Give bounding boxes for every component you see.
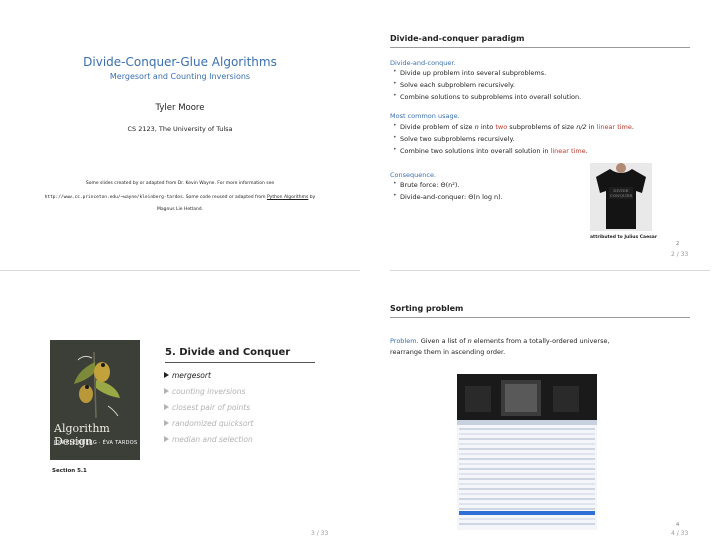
toc-item: median and selection [164,435,253,444]
tshirt-photo: DIVIDE CONQUER [590,163,652,231]
song-rows [457,420,597,525]
block-title-divide-conquer: Divide-and-conquer. [390,59,456,67]
list-item: Divide up problem into several subproble… [393,68,546,77]
title-slide: Divide-Conquer-Glue Algorithms Mergesort… [0,30,360,262]
inner-page-number: 2 [676,241,680,247]
frame-title: Sorting problem [390,304,464,313]
list-item: Solve each subproblem recursively. [393,80,515,89]
album-art [457,374,597,420]
sorting-slide: Sorting problem Problem. Given a list of… [390,300,700,543]
frame-title-rule [390,47,690,48]
bird-illustration [74,351,120,419]
paradigm-slide: Divide-and-conquer paradigm Divide-and-c… [390,30,700,262]
book-cover: Algorithm Design JON KLEINBERG · ÉVA TAR… [50,340,140,460]
list-item: Divide-and-conquer: Θ(n log n). [393,192,503,201]
author-name: Tyler Moore [155,103,205,113]
triangle-bullet-icon [164,436,169,442]
frame-title: Divide-and-conquer paradigm [390,34,525,43]
list-item: Solve two subproblems recursively. [393,134,514,143]
list-item: Divide problem of size n into two subpro… [393,122,634,131]
credit-note-line1: Some slides created by or adapted from D… [85,181,275,186]
page-number: 4 / 33 [671,530,689,537]
chapter-heading: 5. Divide and Conquer [165,347,291,358]
triangle-bullet-icon [164,420,169,426]
list-item: Brute force: Θ(n²). [393,180,460,189]
block-title-consequence: Consequence. [390,171,437,179]
credit-by: by [308,195,316,200]
list-item: Combine solutions to subproblems into ov… [393,92,581,101]
book-authors: JON KLEINBERG · ÉVA TARDOS [54,440,138,446]
presentation-title: Divide-Conquer-Glue Algorithms [83,55,277,69]
toc-item: counting inversions [164,387,245,396]
presentation-subtitle: Mergesort and Counting Inversions [109,72,251,81]
page-number: 3 / 33 [311,530,329,537]
triangle-bullet-icon [164,372,169,378]
book-slide: Algorithm Design JON KLEINBERG · ÉVA TAR… [30,300,360,543]
problem-statement: Problem. Given a list of n elements from… [390,337,610,356]
image-caption: attributed to Julius Caesar [590,235,658,240]
triangle-bullet-icon [164,404,169,410]
affiliation: CS 2123, The University of Tulsa [127,125,233,133]
block-title-common-usage: Most common usage. [390,112,460,120]
chapter-rule [165,362,315,363]
toc-item-active: mergesort [164,371,211,380]
slide-divider [390,270,710,271]
python-algorithms-link[interactable]: Python Algorithms [267,195,308,200]
slide-divider [0,270,360,271]
toc-item: closest pair of points [164,403,250,412]
credit-text: . Some code reused or adapted from [182,195,267,200]
list-item: Combine two solutions into overall solut… [393,146,588,155]
credit-note-line3: Magnus Lie Hetland. [157,207,203,212]
frame-title-rule [390,317,690,318]
song-list [457,420,597,530]
sorted-list-screenshot [457,374,597,530]
section-reference: Section 5.1 [52,468,87,474]
credit-url[interactable]: http://www.cs.princeton.edu/~wayne/klein… [45,195,183,200]
inner-page-number: 4 [676,522,680,528]
triangle-bullet-icon [164,388,169,394]
toc-item: randomized quicksort [164,419,253,428]
page-number: 2 / 33 [671,251,689,258]
credit-note-line2: http://www.cs.princeton.edu/~wayne/klein… [0,195,360,200]
album-art-banner [457,374,597,420]
